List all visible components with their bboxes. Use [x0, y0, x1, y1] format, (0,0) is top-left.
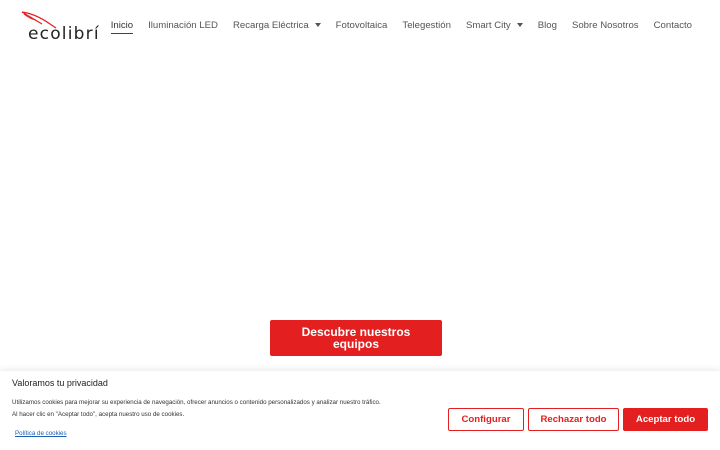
cookie-banner-title: Valoramos tu privacidad	[12, 378, 108, 388]
nav-item-label: Iluminación LED	[148, 19, 218, 31]
nav-item-label: Blog	[537, 19, 557, 31]
nav-item-label: Inicio	[110, 19, 134, 31]
reject-all-button[interactable]: Rechazar todo	[528, 408, 619, 431]
nav-item-sobre-nosotros[interactable]: Sobre Nosotros	[572, 17, 639, 33]
cookie-policy-link[interactable]: Política de cookies	[15, 430, 67, 437]
cookie-text-line: Utilizamos cookies para mejorar su exper…	[12, 399, 381, 406]
cookie-text-line: Al hacer clic en "Aceptar todo", acepta …	[12, 411, 185, 418]
nav-item-blog[interactable]: Blog	[538, 17, 557, 33]
nav-item-contacto[interactable]: Contacto	[654, 17, 692, 33]
site-header: ecolibrí Inicio Iluminación LED Recarga …	[0, 0, 720, 50]
nav-item-label: Sobre Nosotros	[571, 19, 639, 31]
nav-item-label: Fotovoltaica	[335, 19, 388, 31]
caret-down-icon	[516, 23, 523, 27]
nav-item-recarga-electrica[interactable]: Recarga Eléctrica	[233, 17, 321, 33]
nav-item-iluminacion-led[interactable]: Iluminación LED	[148, 17, 218, 33]
configure-button[interactable]: Configurar	[448, 408, 524, 431]
logo[interactable]: ecolibrí	[20, 10, 100, 44]
cookie-banner: Valoramos tu privacidad Utilizamos cooki…	[0, 371, 720, 450]
logo-wordmark: ecolibrí	[28, 24, 100, 44]
nav-item-telegestion[interactable]: Telegestión	[402, 17, 451, 33]
nav-item-label: Telegestión	[402, 19, 451, 31]
accept-all-button[interactable]: Aceptar todo	[623, 408, 708, 431]
nav-item-label: Contacto	[653, 19, 692, 31]
nav-item-label: Recarga Eléctrica	[232, 19, 309, 31]
nav-item-fotovoltaica[interactable]: Fotovoltaica	[336, 17, 388, 33]
cookie-banner-text: Utilizamos cookies para mejorar su exper…	[12, 397, 452, 421]
main-nav: Inicio Iluminación LED Recarga Eléctrica…	[96, 17, 692, 34]
nav-item-inicio[interactable]: Inicio	[110, 17, 134, 34]
caret-down-icon	[314, 23, 321, 27]
nav-item-label: Smart City	[465, 19, 511, 31]
discover-equipment-button[interactable]: Descubre nuestros equipos	[270, 320, 442, 356]
nav-item-smart-city[interactable]: Smart City	[466, 17, 523, 33]
